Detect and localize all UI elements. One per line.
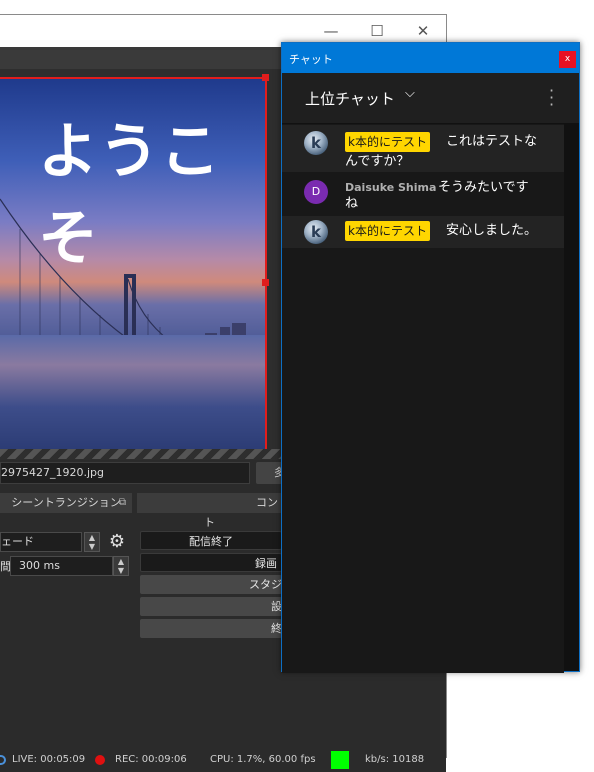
k-logo-icon: k: [311, 134, 321, 152]
avatar[interactable]: k: [304, 131, 328, 155]
preview-image[interactable]: ようこそ: [0, 79, 266, 455]
chat-message-text: 安心しました。: [446, 223, 538, 238]
chat-message: D Daisuke Shima そうみたいです ね: [282, 174, 564, 214]
welcome-text: ようこそ: [38, 117, 221, 274]
undock-icon[interactable]: ⧉: [119, 493, 126, 513]
water-reflection: [0, 335, 266, 455]
live-status: LIVE: 00:05:09: [12, 754, 86, 765]
avatar[interactable]: k: [304, 220, 328, 244]
chevron-down-icon[interactable]: ⌵: [405, 86, 415, 101]
chat-message: k k本的にテスト 安心しました。: [282, 216, 564, 248]
bitrate-status: kb/s: 10188: [365, 754, 425, 765]
transition-spinner[interactable]: ▲ ▼: [84, 532, 100, 552]
rec-status: REC: 00:09:06: [115, 754, 187, 765]
duration-input[interactable]: 300 ms: [10, 556, 113, 576]
resize-handle-top-right[interactable]: [262, 74, 269, 81]
status-bar: LIVE: 00:05:09 REC: 00:09:06 CPU: 1.7%, …: [0, 748, 446, 772]
live-icon: [0, 755, 6, 765]
exit-button[interactable]: 終: [140, 619, 282, 638]
cpu-status: CPU: 1.7%, 60.00 fps: [210, 754, 316, 765]
chat-author-badge[interactable]: k本的にテスト: [345, 221, 430, 241]
transition-select-value: ェード: [1, 535, 34, 548]
chat-message-list: k k本的にテスト これはテストな んですか？ D Daisuke Shima …: [282, 124, 564, 673]
chat-message-text-cont: ね: [345, 196, 359, 211]
preview-edge-hatch: [0, 449, 282, 459]
more-options-icon[interactable]: · · ·: [549, 83, 554, 113]
selection-border-right: [265, 77, 267, 455]
chat-message-text: これはテストな: [446, 134, 538, 149]
chat-window: チャット x 上位チャット ⌵ · · · k k本的にテスト これはテストな んで…: [281, 42, 580, 673]
scene-transitions-title: シーントランジション: [11, 496, 121, 509]
chat-author-badge[interactable]: k本的にテスト: [345, 132, 430, 152]
studio-mode-button[interactable]: スタジ: [140, 575, 282, 594]
chat-filter-dropdown[interactable]: 上位チャット: [305, 88, 395, 109]
chat-message-text-cont: んですか？: [345, 154, 410, 169]
chat-close-button[interactable]: x: [559, 51, 576, 68]
k-logo-icon: k: [311, 223, 321, 241]
chat-author-name[interactable]: Daisuke Shima: [345, 180, 436, 196]
resize-handle-right[interactable]: [262, 279, 269, 286]
controls-title: コント: [204, 496, 278, 529]
rec-indicator-icon: [95, 755, 105, 765]
selection-border-top: [0, 77, 267, 79]
scene-transitions-dock-title: シーントランジション ⧉: [0, 493, 132, 513]
recording-button[interactable]: 録画: [140, 553, 282, 572]
settings-button[interactable]: 設: [140, 597, 282, 616]
chat-message-text: そうみたいです: [438, 180, 529, 195]
source-file-field[interactable]: 2975427_1920.jpg: [0, 462, 250, 484]
gear-icon[interactable]: ⚙: [107, 532, 127, 552]
chat-message: k k本的にテスト これはテストな んですか？: [282, 125, 564, 172]
chat-header: 上位チャット ⌵ · · ·: [282, 73, 579, 124]
chat-titlebar: チャット x: [282, 43, 579, 73]
chat-window-title: チャット: [289, 53, 333, 66]
stream-health-indicator: [331, 751, 349, 769]
controls-dock-title: コント: [137, 493, 282, 529]
transition-select[interactable]: ェード: [0, 532, 82, 552]
chat-scrollbar[interactable]: [564, 124, 579, 671]
duration-spinner[interactable]: ▲ ▼: [113, 556, 129, 576]
duration-value: 300 ms: [19, 559, 60, 572]
stop-streaming-button[interactable]: 配信終了: [140, 531, 282, 550]
avatar[interactable]: D: [304, 180, 328, 204]
